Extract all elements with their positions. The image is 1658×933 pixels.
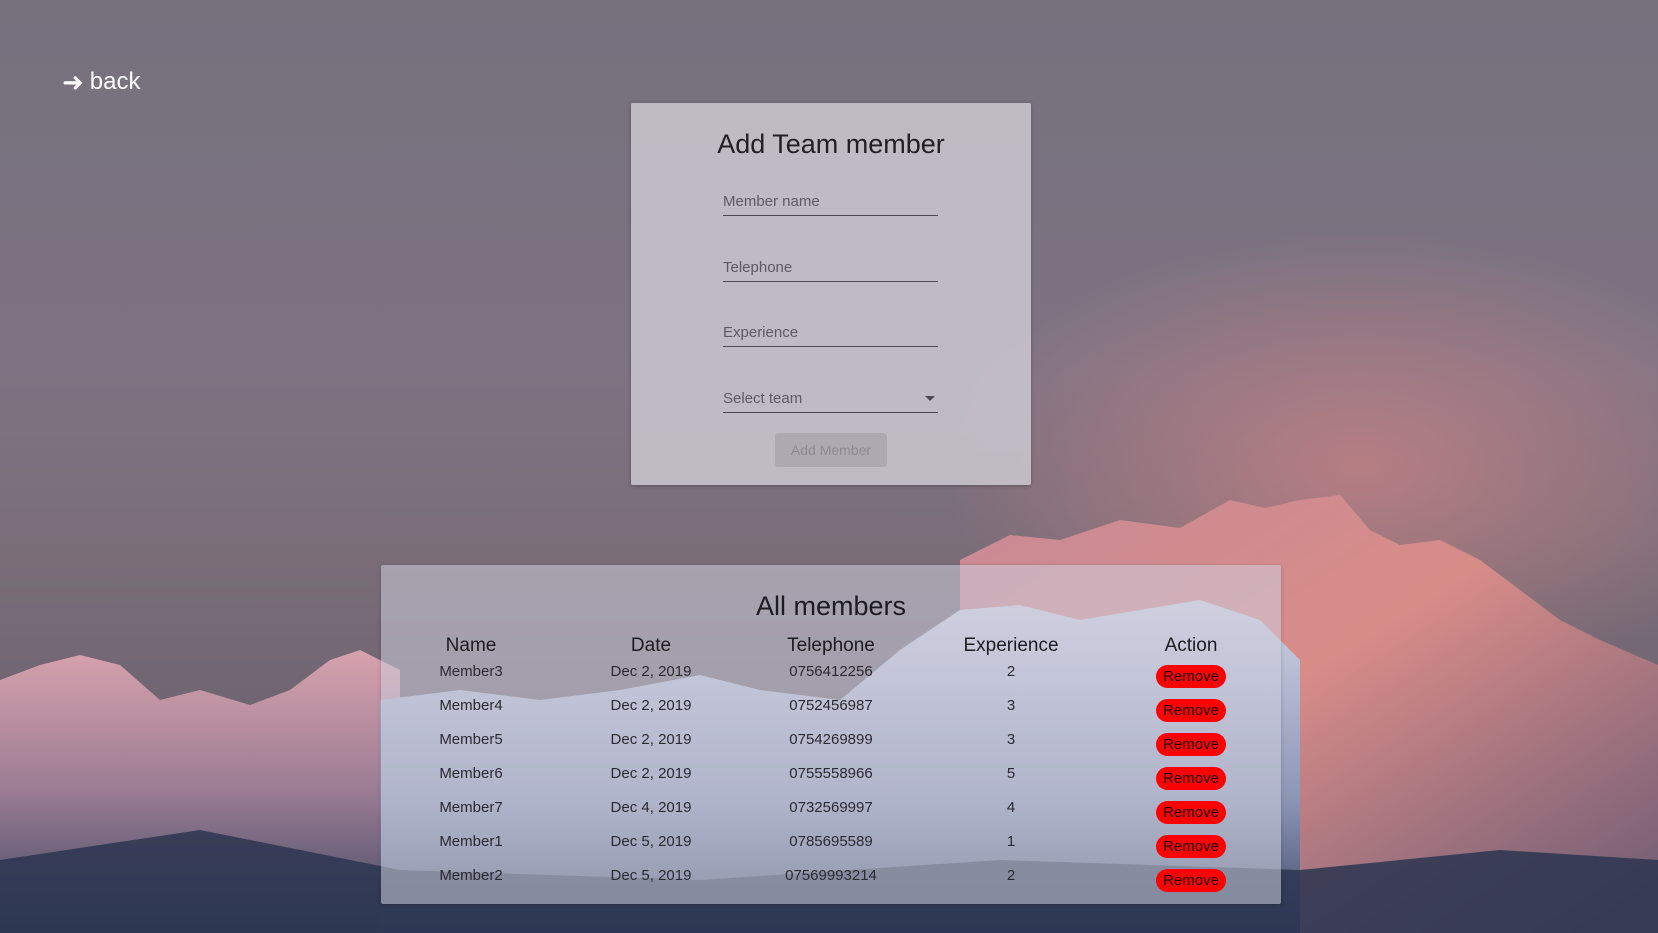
cell-telephone: 07569993214 [785, 867, 877, 884]
member-name-input[interactable] [723, 187, 938, 215]
cell-name: Member4 [439, 697, 503, 714]
column-header-name: Name [445, 635, 497, 656]
add-member-button[interactable]: Add Member [775, 433, 887, 467]
members-title: All members [755, 591, 907, 621]
cell-date: Dec 2, 2019 [610, 765, 692, 782]
column-header-action: Action [1164, 635, 1218, 656]
cell-experience: 2 [1006, 867, 1016, 884]
cell-name: Member2 [439, 867, 503, 884]
remove-button[interactable]: Remove [1156, 869, 1226, 892]
cell-date: Dec 2, 2019 [610, 663, 692, 680]
cell-action: Remove [1101, 797, 1281, 831]
arrow-right-icon: ➜ [62, 67, 84, 97]
members-table: Name Date Telephone Experience Action Me… [381, 631, 1281, 899]
experience-input[interactable] [723, 318, 938, 346]
cell-name: Member3 [439, 663, 503, 680]
back-link[interactable]: ➜ back [62, 68, 141, 96]
cell-name: Member7 [439, 799, 503, 816]
cell-experience: 4 [1006, 799, 1016, 816]
remove-button[interactable]: Remove [1156, 665, 1226, 688]
add-team-member-form: Add Team member Select team Add Member [631, 103, 1031, 485]
remove-button[interactable]: Remove [1156, 767, 1226, 790]
cell-date: Dec 2, 2019 [610, 697, 692, 714]
member-name-field [723, 187, 938, 216]
cell-date: Dec 2, 2019 [610, 731, 692, 748]
cell-telephone: 0785695589 [789, 833, 873, 850]
cell-experience: 3 [1006, 697, 1016, 714]
column-header-date: Date [630, 635, 672, 656]
table-row: Member2 Dec 5, 2019 07569993214 2 Remove [381, 865, 1281, 899]
cell-telephone: 0754269899 [789, 731, 873, 748]
cell-experience: 2 [1006, 663, 1016, 680]
cell-name: Member6 [439, 765, 503, 782]
table-row: Member1 Dec 5, 2019 0785695589 1 Remove [381, 831, 1281, 865]
team-select[interactable]: Select team [723, 384, 938, 413]
column-header-telephone: Telephone [787, 635, 875, 656]
cell-action: Remove [1101, 661, 1281, 695]
back-label: back [89, 68, 141, 95]
table-row: Member4 Dec 2, 2019 0752456987 3 Remove [381, 695, 1281, 729]
cell-name: Member1 [439, 833, 503, 850]
remove-button[interactable]: Remove [1156, 733, 1226, 756]
cell-action: Remove [1101, 695, 1281, 729]
table-row: Member6 Dec 2, 2019 0755558966 5 Remove [381, 763, 1281, 797]
cell-experience: 3 [1006, 731, 1016, 748]
cell-telephone: 0732569997 [789, 799, 873, 816]
cell-action: Remove [1101, 831, 1281, 865]
caret-down-icon [925, 395, 935, 401]
cell-telephone: 0752456987 [789, 697, 873, 714]
cell-experience: 1 [1006, 833, 1016, 850]
telephone-input[interactable] [723, 253, 938, 281]
all-members-panel: All members Name Date Telephone Experien… [381, 565, 1281, 904]
cell-date: Dec 5, 2019 [610, 867, 692, 884]
remove-button[interactable]: Remove [1156, 699, 1226, 722]
form-title: Add Team member [717, 129, 945, 159]
cell-date: Dec 5, 2019 [610, 833, 692, 850]
remove-button[interactable]: Remove [1156, 801, 1226, 824]
cell-action: Remove [1101, 729, 1281, 763]
cell-date: Dec 4, 2019 [610, 799, 692, 816]
cell-experience: 5 [1006, 765, 1016, 782]
table-row: Member3 Dec 2, 2019 0756412256 2 Remove [381, 661, 1281, 695]
cell-action: Remove [1101, 865, 1281, 899]
cell-telephone: 0756412256 [789, 663, 873, 680]
team-select-label: Select team [723, 389, 803, 407]
cell-name: Member5 [439, 731, 503, 748]
experience-field [723, 318, 938, 347]
column-header-experience: Experience [963, 635, 1059, 656]
telephone-field [723, 253, 938, 282]
table-row: Member5 Dec 2, 2019 0754269899 3 Remove [381, 729, 1281, 763]
cell-telephone: 0755558966 [789, 765, 873, 782]
cell-action: Remove [1101, 763, 1281, 797]
remove-button[interactable]: Remove [1156, 835, 1226, 858]
table-header-row: Name Date Telephone Experience Action [381, 631, 1281, 661]
table-row: Member7 Dec 4, 2019 0732569997 4 Remove [381, 797, 1281, 831]
